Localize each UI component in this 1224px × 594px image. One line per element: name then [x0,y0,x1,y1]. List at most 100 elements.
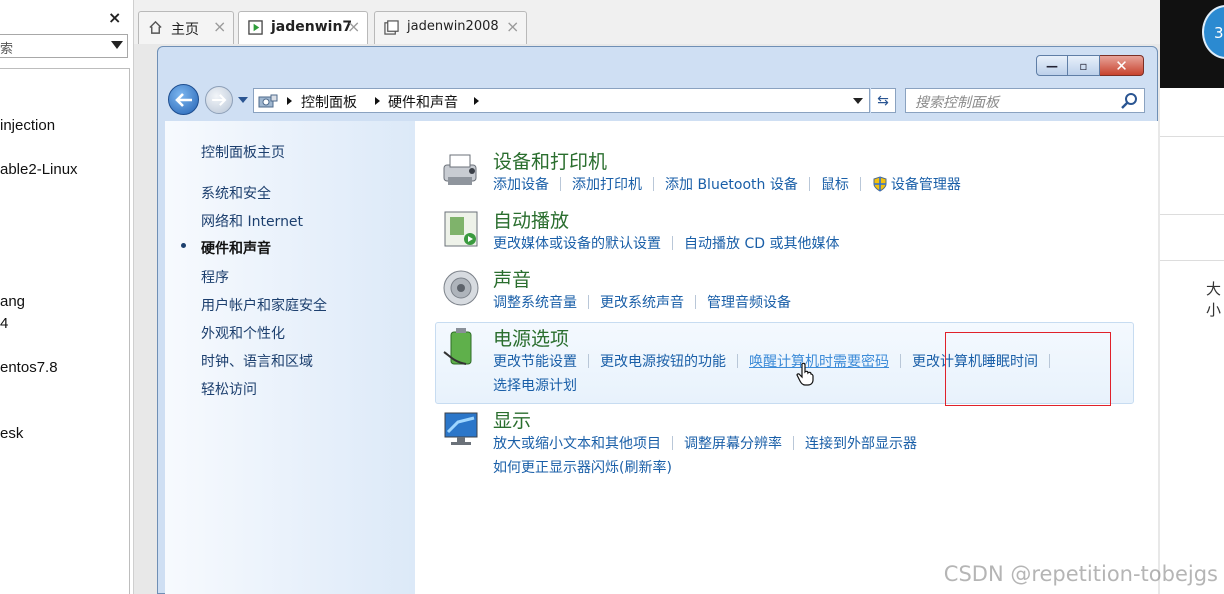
category-links: 更改媒体或设备的默认设置 自动播放 CD 或其他媒体 [493,233,839,253]
vm-list-item[interactable]: 4 [0,315,8,332]
refresh-button[interactable]: ⇆ [871,88,896,113]
nav-item-clock-region[interactable]: 时钟、语言和区域 [201,351,313,371]
search-icon[interactable] [1121,92,1138,109]
recent-pages-dropdown[interactable] [238,97,248,103]
link-separator [808,177,810,191]
category-title[interactable]: 显示 [493,406,531,433]
tab-label: jadenwin7 [271,19,353,35]
autoplay-icon [444,211,478,247]
add-printer-link[interactable]: 添加打印机 [572,177,642,193]
current-item-bullet [181,243,186,248]
home-icon [149,20,162,34]
speaker-icon [443,270,479,306]
vm-list-item[interactable]: injection [0,117,55,134]
vm-list-item[interactable]: able2-Linux [0,161,78,178]
breadcrumb-separator-icon[interactable] [287,97,292,105]
search-input[interactable]: 搜索控制面板 [905,88,1145,113]
tab-jadenwin7[interactable]: jadenwin7 × [238,11,368,45]
battery-icon [443,328,472,365]
change-power-button-link[interactable]: 更改电源按钮的功能 [600,354,726,370]
vm-library-pane: × 索 injection able2-Linux ang 4 entos7.8… [0,0,134,594]
close-icon: ✕ [1115,56,1128,75]
vm-list-item[interactable]: entos7.8 [0,359,58,376]
refresh-rate-link[interactable]: 如何更正显示器闪烁(刷新率) [493,460,672,476]
change-system-sounds-link[interactable]: 更改系统声音 [600,295,684,311]
tab-label: 主页 [171,22,199,38]
nav-item-hardware-sound[interactable]: 硬件和声音 [201,238,271,258]
vm-running-icon [248,20,263,35]
link-separator [672,236,673,250]
address-dropdown[interactable] [853,98,863,104]
tab-close-icon[interactable]: × [347,17,360,36]
breadcrumb-control-panel[interactable]: 控制面板 [301,92,357,112]
address-bar[interactable]: 控制面板 硬件和声音 [253,88,870,113]
vm-list-item[interactable]: esk [0,425,23,442]
vm-list-item[interactable]: ang [0,293,25,310]
forward-button[interactable] [205,86,233,114]
breadcrumb-separator-icon[interactable] [474,97,479,105]
library-search-input[interactable]: 索 [0,34,128,58]
category-title[interactable]: 声音 [493,265,531,292]
link-separator [900,354,901,368]
category-links: 放大或缩小文本和其他项目 调整屏幕分辨率 连接到外部显示器 [493,433,917,453]
nav-home-link[interactable]: 控制面板主页 [201,142,285,162]
nav-item-user-accounts[interactable]: 用户帐户和家庭安全 [201,295,327,315]
choose-power-plan-link[interactable]: 选择电源计划 [493,378,577,394]
arrow-left-icon [174,92,192,107]
chevron-down-icon[interactable] [111,41,123,49]
divider [1160,136,1224,137]
breadcrumb-separator-icon[interactable] [375,97,380,105]
avatar[interactable]: 3 [1202,5,1224,59]
tab-jadenwin2008[interactable]: jadenwin2008 × [374,11,527,44]
nav-item-programs[interactable]: 程序 [201,267,229,287]
require-password-on-wake-link[interactable]: 唤醒计算机时需要密码 [749,354,889,370]
link-separator [737,354,738,368]
mouse-link[interactable]: 鼠标 [821,177,849,193]
tab-close-icon[interactable]: × [213,17,226,36]
minimize-icon: — [1046,58,1058,73]
breadcrumb-hardware-sound[interactable]: 硬件和声音 [388,92,458,112]
vm-icon [384,20,399,35]
nav-item-appearance[interactable]: 外观和个性化 [201,323,285,343]
add-bluetooth-link[interactable]: 添加 Bluetooth 设备 [665,177,798,193]
nav-item-system-security[interactable]: 系统和安全 [201,183,271,203]
category-links: 添加设备 添加打印机 添加 Bluetooth 设备 鼠标 设备管理器 [493,174,961,194]
tab-close-icon[interactable]: × [506,17,519,36]
change-power-saving-link[interactable]: 更改节能设置 [493,354,577,370]
divider [1160,214,1224,215]
text-size-link[interactable]: 放大或缩小文本和其他项目 [493,436,661,452]
change-media-defaults-link[interactable]: 更改媒体或设备的默认设置 [493,236,661,252]
tab-label: jadenwin2008 [407,19,499,34]
manage-audio-devices-link[interactable]: 管理音频设备 [707,295,791,311]
device-manager-link[interactable]: 设备管理器 [891,177,961,193]
category-title[interactable]: 电源选项 [493,324,569,351]
divider [1160,260,1224,261]
link-separator [695,295,696,309]
nav-item-network[interactable]: 网络和 Internet [201,211,303,231]
screen-resolution-link[interactable]: 调整屏幕分辨率 [684,436,782,452]
close-library-button[interactable]: × [108,8,121,27]
link-separator [588,295,589,309]
video-overlay: 3 [1160,0,1224,88]
nav-item-ease-of-access[interactable]: 轻松访问 [201,379,257,399]
category-title[interactable]: 设备和打印机 [493,147,607,174]
annotation-highlight-box [945,332,1111,406]
adjust-volume-link[interactable]: 调整系统音量 [493,295,577,311]
right-side-panel: 3 大小 [1160,0,1224,594]
back-button[interactable] [168,84,199,115]
tab-home[interactable]: 主页 × [138,11,234,44]
category-links: 如何更正显示器闪烁(刷新率) [493,457,672,477]
external-display-link[interactable]: 连接到外部显示器 [805,436,917,452]
tab-bar: 主页 × jadenwin7 × jadenwin2008 × [134,0,1160,45]
category-title[interactable]: 自动播放 [493,206,569,233]
maximize-icon: ▫ [1079,58,1088,73]
link-separator [560,177,561,191]
autoplay-cd-link[interactable]: 自动播放 CD 或其他媒体 [684,236,839,252]
hand-cursor-icon [796,362,814,386]
maximize-button[interactable]: ▫ [1068,55,1100,76]
close-button[interactable]: ✕ [1100,55,1144,76]
add-device-link[interactable]: 添加设备 [493,177,549,193]
arrow-right-icon [212,94,227,106]
minimize-button[interactable]: — [1036,55,1068,76]
search-placeholder: 搜索控制面板 [915,95,999,111]
